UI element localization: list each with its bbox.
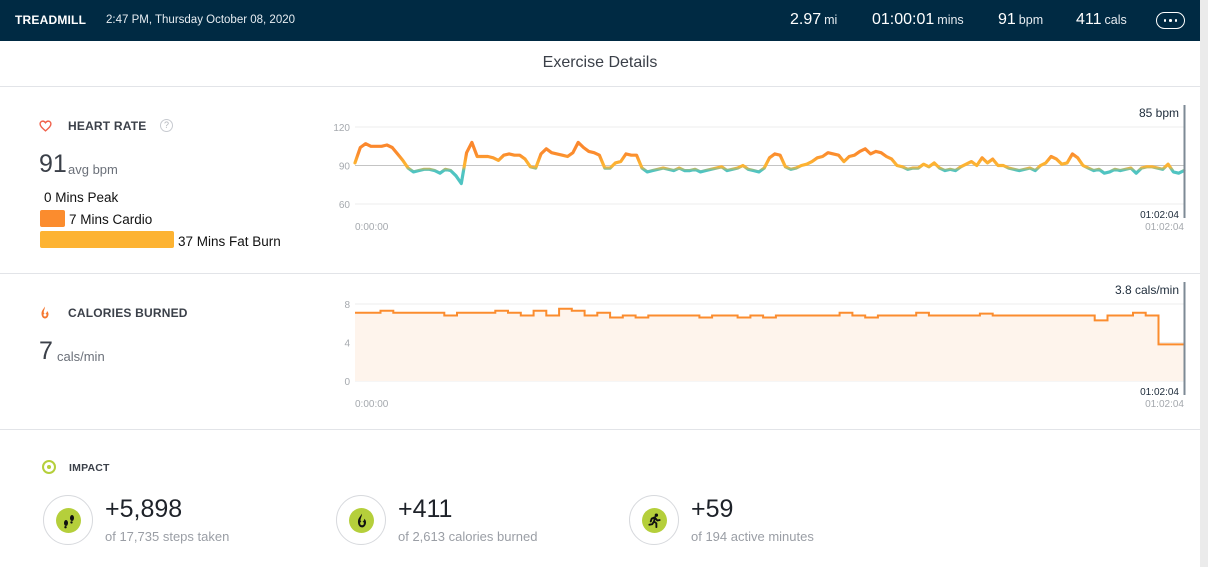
stat-heart-rate-value: 91 bbox=[998, 11, 1016, 28]
impact-title: IMPACT bbox=[69, 462, 110, 474]
stat-heart-rate-unit: bpm bbox=[1018, 13, 1044, 27]
stat-distance: 2.97 mi bbox=[790, 11, 837, 29]
zone-peak-label: 0 Mins Peak bbox=[44, 190, 119, 205]
heart-rate-series-line bbox=[353, 140, 1186, 186]
exercise-header-bar: TREADMILL 2:47 PM, Thursday October 08, … bbox=[0, 0, 1200, 41]
flame-icon bbox=[41, 306, 49, 319]
x-tick-label: 0:00:00 bbox=[355, 222, 389, 233]
stat-distance-unit: mi bbox=[824, 13, 838, 27]
x-tick-label: 01:02:04 bbox=[1145, 222, 1184, 233]
heart-rate-title: HEART RATE bbox=[68, 119, 147, 133]
calories-avg-unit: cals/min bbox=[57, 349, 105, 364]
exercise-type: TREADMILL bbox=[15, 13, 87, 27]
calories-chart[interactable]: 8 4 0 3.8 cals/min 01:02:04 0:00:00 01:02:04 bbox=[320, 280, 1200, 420]
x-tick-label: 0:00:00 bbox=[355, 399, 389, 410]
impact-active-minutes-subtitle: of 194 active minutes bbox=[691, 529, 814, 544]
impact-steps-badge bbox=[43, 495, 93, 545]
impact-active-minutes-value: +59 bbox=[691, 495, 734, 523]
stat-duration-value: 01:00:01 bbox=[872, 11, 935, 28]
flame-icon bbox=[357, 513, 366, 528]
help-icon[interactable]: ? bbox=[160, 119, 173, 132]
calories-area-fill bbox=[355, 308, 1184, 381]
x-tick-label: 01:02:04 bbox=[1145, 399, 1184, 410]
cursor-value-label: 3.8 cals/min bbox=[1115, 283, 1179, 297]
cursor-value-label: 85 bpm bbox=[1139, 106, 1179, 120]
calories-title: CALORIES BURNED bbox=[68, 306, 188, 320]
impact-steps-value: +5,898 bbox=[105, 495, 183, 523]
impact-active-minutes-badge bbox=[629, 495, 679, 545]
footsteps-icon bbox=[63, 514, 74, 528]
section-divider bbox=[0, 273, 1200, 274]
cursor-time-label: 01:02:04 bbox=[1140, 210, 1179, 221]
heart-icon bbox=[39, 120, 52, 132]
stat-calories-value: 411 bbox=[1076, 11, 1102, 28]
section-divider bbox=[0, 429, 1200, 430]
heart-rate-avg-value: 91 bbox=[39, 150, 67, 178]
stat-duration: 01:00:01 mins bbox=[872, 11, 964, 29]
y-tick-label: 0 bbox=[344, 377, 350, 388]
y-tick-label: 60 bbox=[339, 200, 351, 211]
cursor-time-label: 01:02:04 bbox=[1140, 387, 1179, 398]
page-title: Exercise Details bbox=[0, 41, 1200, 87]
scrollbar[interactable] bbox=[1200, 0, 1208, 567]
running-person-icon bbox=[648, 513, 661, 528]
impact-calories-subtitle: of 2,613 calories burned bbox=[398, 529, 538, 544]
zone-fat-burn-bar bbox=[40, 231, 174, 248]
y-tick-label: 120 bbox=[333, 123, 350, 134]
zone-fat-burn-label: 37 Mins Fat Burn bbox=[178, 234, 281, 249]
heart-rate-chart[interactable]: 120 90 60 85 bpm 01:02:04 0:00:00 01:02:04 bbox=[320, 100, 1200, 240]
stat-calories-unit: cals bbox=[1104, 13, 1127, 27]
ellipsis-icon bbox=[1163, 19, 1167, 22]
stat-heart-rate: 91 bpm bbox=[998, 11, 1043, 29]
y-tick-label: 8 bbox=[344, 300, 350, 311]
impact-calories-value: +411 bbox=[398, 495, 453, 523]
y-tick-label: 90 bbox=[339, 162, 351, 173]
ellipsis-icon bbox=[1169, 19, 1172, 22]
impact-calories-badge bbox=[336, 495, 386, 545]
more-options-button[interactable] bbox=[1156, 12, 1185, 29]
heart-rate-avg-unit: avg bpm bbox=[68, 162, 118, 177]
zone-cardio-bar bbox=[40, 210, 65, 227]
zone-cardio-label: 7 Mins Cardio bbox=[69, 212, 153, 227]
ellipsis-icon bbox=[1174, 19, 1178, 22]
stat-distance-value: 2.97 bbox=[790, 11, 822, 28]
exercise-datetime: 2:47 PM, Thursday October 08, 2020 bbox=[106, 14, 296, 26]
y-tick-label: 4 bbox=[344, 339, 350, 350]
calories-avg-value: 7 bbox=[39, 337, 53, 365]
stat-duration-unit: mins bbox=[937, 13, 964, 27]
target-icon bbox=[42, 460, 56, 474]
stat-calories: 411 cals bbox=[1076, 11, 1127, 29]
impact-steps-subtitle: of 17,735 steps taken bbox=[105, 529, 230, 544]
